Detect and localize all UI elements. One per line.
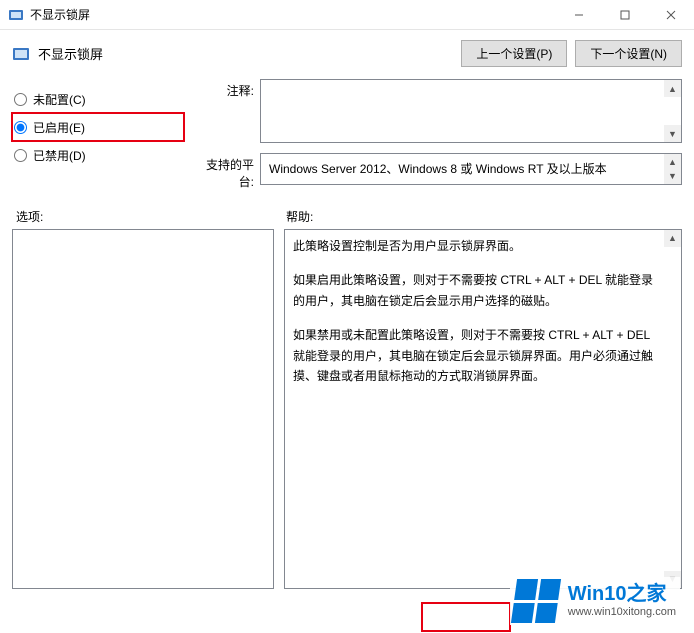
watermark: Win10之家 www.win10xitong.com: [510, 577, 680, 625]
section-labels: 选项: 帮助:: [0, 200, 694, 229]
help-panel: 此策略设置控制是否为用户显示锁屏界面。 如果启用此策略设置，则对于不需要按 CT…: [284, 229, 682, 589]
help-paragraph-1: 此策略设置控制是否为用户显示锁屏界面。: [293, 236, 659, 256]
note-scroll-up-icon[interactable]: ▲: [664, 80, 681, 97]
close-button[interactable]: [648, 0, 694, 30]
maximize-button[interactable]: [602, 0, 648, 30]
platform-label: 支持的平台:: [194, 153, 260, 190]
platform-row: 支持的平台: Windows Server 2012、Windows 8 或 W…: [194, 153, 682, 190]
options-label: 选项:: [12, 208, 282, 225]
note-scroll-down-icon[interactable]: ▼: [664, 125, 681, 142]
radio-not-configured-input[interactable]: [14, 93, 27, 106]
help-label: 帮助:: [282, 208, 682, 225]
help-paragraph-3: 如果禁用或未配置此策略设置，则对于不需要按 CTRL + ALT + DEL 就…: [293, 325, 659, 386]
radio-disabled-input[interactable]: [14, 149, 27, 162]
platform-scroll-down-icon[interactable]: ▼: [664, 168, 681, 184]
note-label: 注释:: [194, 79, 260, 99]
fields: 注释: ▲ ▼ 支持的平台: Windows Server 2012、Windo…: [194, 79, 682, 200]
help-scroll-up-icon[interactable]: ▲: [664, 230, 681, 247]
app-icon: [8, 7, 24, 23]
titlebar: 不显示锁屏: [0, 0, 694, 30]
radio-group: 未配置(C) 已启用(E) 已禁用(D): [12, 79, 184, 200]
radio-enabled-input[interactable]: [14, 121, 27, 134]
ok-button-highlight: [421, 602, 511, 632]
radio-not-configured-label: 未配置(C): [33, 91, 86, 108]
header: 不显示锁屏 上一个设置(P) 下一个设置(N): [0, 30, 694, 75]
help-paragraph-2: 如果启用此策略设置，则对于不需要按 CTRL + ALT + DEL 就能登录的…: [293, 270, 659, 311]
options-panel: [12, 229, 274, 589]
minimize-button[interactable]: [556, 0, 602, 30]
watermark-url: www.win10xitong.com: [568, 606, 676, 619]
policy-icon: [12, 45, 30, 63]
policy-name: 不显示锁屏: [38, 44, 103, 63]
watermark-brand: Win10之家: [568, 583, 676, 606]
radio-not-configured[interactable]: 未配置(C): [12, 85, 184, 113]
window-title: 不显示锁屏: [30, 6, 90, 23]
config-area: 未配置(C) 已启用(E) 已禁用(D) 注释: ▲ ▼ 支持的平台: Wind…: [0, 75, 694, 200]
radio-disabled-label: 已禁用(D): [33, 147, 86, 164]
panels: 此策略设置控制是否为用户显示锁屏界面。 如果启用此策略设置，则对于不需要按 CT…: [0, 229, 694, 589]
radio-enabled[interactable]: 已启用(E): [12, 113, 184, 141]
platform-textbox: Windows Server 2012、Windows 8 或 Windows …: [260, 153, 682, 185]
radio-enabled-label: 已启用(E): [33, 119, 85, 136]
previous-setting-button[interactable]: 上一个设置(P): [461, 40, 567, 67]
windows-logo-icon: [511, 579, 561, 623]
note-textbox[interactable]: ▲ ▼: [260, 79, 682, 143]
platform-value: Windows Server 2012、Windows 8 或 Windows …: [269, 162, 607, 176]
radio-disabled[interactable]: 已禁用(D): [12, 141, 184, 169]
note-row: 注释: ▲ ▼: [194, 79, 682, 143]
next-setting-button[interactable]: 下一个设置(N): [575, 40, 682, 67]
